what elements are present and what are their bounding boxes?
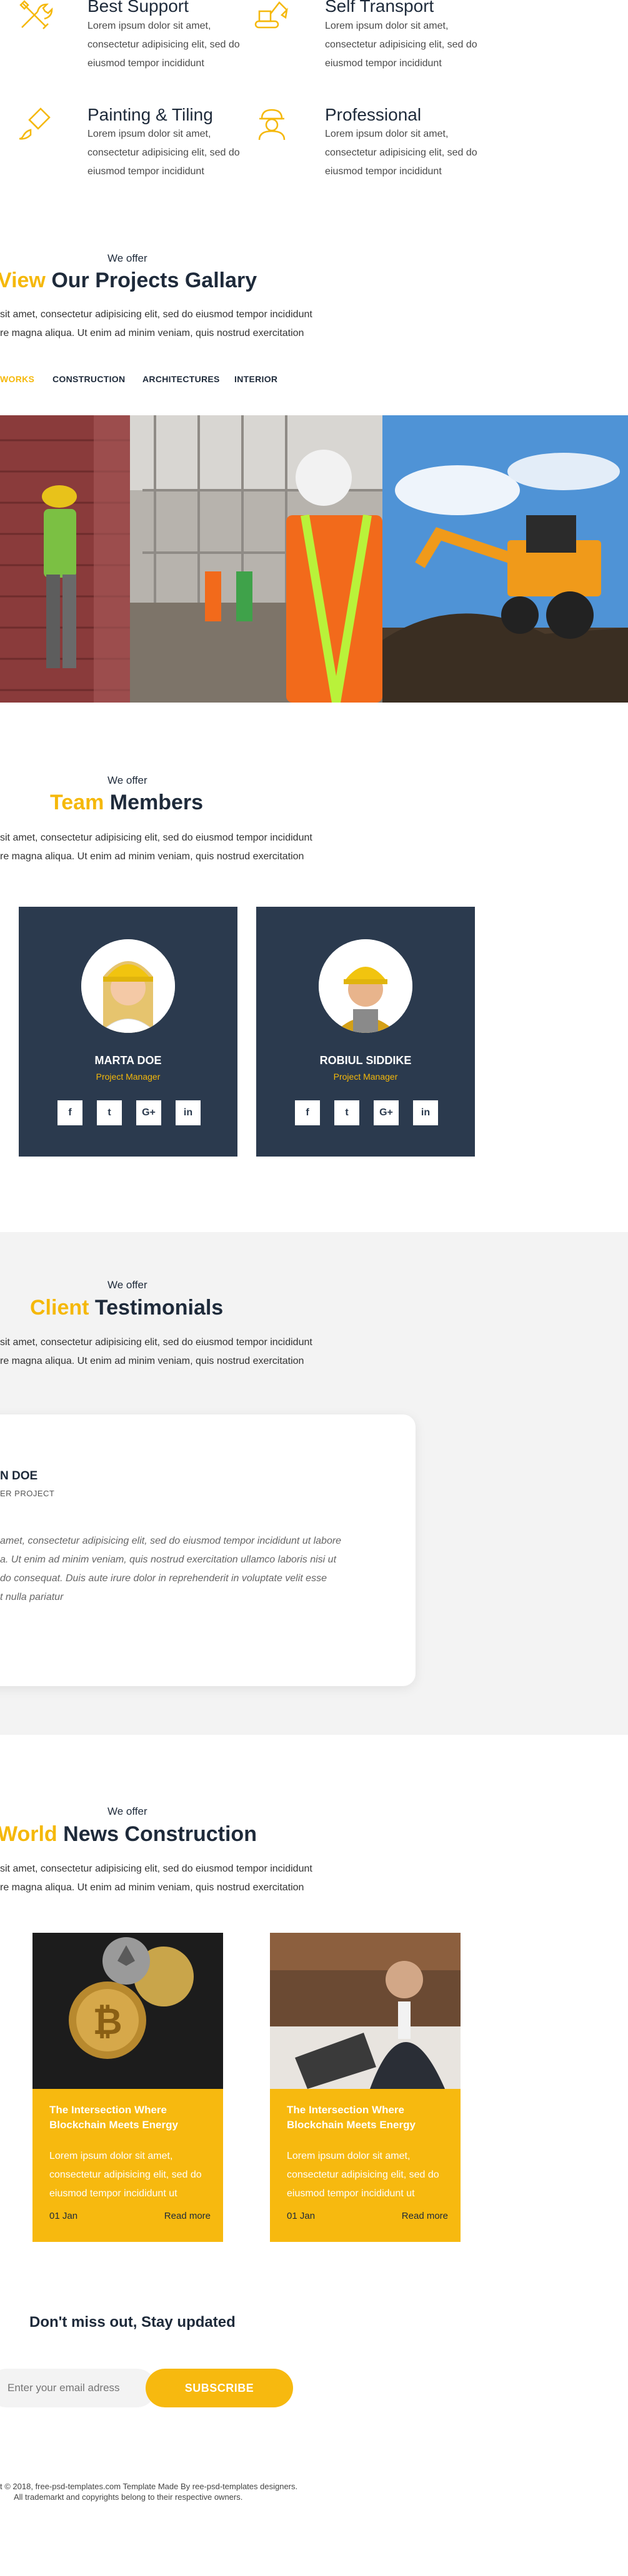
quote-line: t nulla pariatur (0, 1592, 64, 1602)
news-description: sit amet, consectetur adipisicing elit, … (0, 1860, 437, 1897)
title-accent: World (0, 1822, 57, 1846)
read-more-link[interactable]: Read more (164, 2211, 211, 2221)
desc-line: sit amet, consectetur adipisicing elit, … (0, 832, 312, 843)
desc-line: sit amet, consectetur adipisicing elit, … (0, 1863, 312, 1874)
read-more-link[interactable]: Read more (402, 2211, 448, 2221)
member-photo (81, 939, 175, 1033)
tools-icon (19, 0, 53, 29)
testimonials-description: sit amet, consectetur adipisicing elit, … (0, 1333, 437, 1371)
feature-title: Professional (325, 105, 422, 124)
feature-text: Lorem ipsum dolor sit amet, consectetur … (325, 21, 477, 69)
testimonial-card: N DOE ER PROJECT amet, consectetur adipi… (0, 1414, 416, 1686)
news-image-crypto[interactable]: ₿ (32, 1933, 223, 2089)
svg-text:₿: ₿ (92, 2000, 122, 2043)
google-plus-icon[interactable]: G+ (374, 1100, 399, 1125)
section-kicker: We offer (107, 1805, 147, 1817)
member-name: MARTA DOE (94, 1054, 162, 1067)
news-card-text: Lorem ipsum dolor sit amet, consectetur … (287, 2151, 439, 2199)
title-rest: Testimonials (94, 1296, 224, 1320)
news-card-title[interactable]: The Intersection Where Blockchain Meets … (49, 2103, 212, 2133)
title-rest: Our Projects Gallary (51, 269, 257, 292)
avatar (81, 939, 175, 1033)
testimonials-title: Client Testimonials (30, 1296, 223, 1320)
news-card: The Intersection Where Blockchain Meets … (32, 2089, 223, 2242)
facebook-icon[interactable]: f (57, 1100, 82, 1125)
filter-works[interactable]: WORKS (0, 374, 34, 384)
news-card-title[interactable]: The Intersection Where Blockchain Meets … (287, 2103, 449, 2133)
title-rest: Members (109, 791, 204, 814)
filter-architectures[interactable]: ARCHITECTURES (142, 374, 220, 384)
gallery-image-excavator[interactable] (382, 415, 628, 703)
testimonial-role: ER PROJECT (0, 1489, 55, 1498)
projects-title: View Our Projects Gallary (0, 269, 257, 293)
member-role: Project Manager (96, 1072, 161, 1082)
quote-line: amet, consectetur adipisicing elit, sed … (0, 1536, 342, 1546)
feature-text: Lorem ipsum dolor sit amet, consectetur … (87, 129, 240, 177)
twitter-icon[interactable]: t (334, 1100, 359, 1125)
feature-title: Painting & Tiling (87, 105, 213, 124)
section-kicker: We offer (107, 252, 147, 264)
testimonial-name: N DOE (0, 1469, 38, 1483)
feature-text: Lorem ipsum dolor sit amet, consectetur … (325, 129, 477, 177)
desc-line: re magna aliqua. Ut enim ad minim veniam… (0, 851, 304, 862)
section-kicker: We offer (107, 774, 147, 786)
google-plus-icon[interactable]: G+ (136, 1100, 161, 1125)
news-date: 01 Jan (49, 2211, 78, 2221)
subscribe-button[interactable]: SUBSCRIBE (146, 2369, 293, 2407)
avatar (319, 939, 412, 1033)
title-accent: Client (30, 1296, 89, 1320)
paint-brush-icon (19, 107, 51, 140)
filter-construction[interactable]: CONSTRUCTION (52, 374, 125, 384)
gallery-photo (130, 415, 382, 703)
news-date: 01 Jan (287, 2211, 316, 2221)
twitter-icon[interactable]: t (97, 1100, 122, 1125)
feature-title: Best Support (87, 0, 189, 16)
footer-line: t © 2018, free-psd-templates.com Templat… (0, 2482, 298, 2491)
title-rest: News Construction (63, 1822, 257, 1846)
member-role: Project Manager (333, 1072, 398, 1082)
excavator-icon (254, 1, 288, 29)
desc-line: re magna aliqua. Ut enim ad minim veniam… (0, 1356, 304, 1366)
desc-line: sit amet, consectetur adipisicing elit, … (0, 309, 312, 320)
worker-icon (258, 109, 286, 141)
feature-title: Self Transport (325, 0, 434, 16)
news-card: The Intersection Where Blockchain Meets … (270, 2089, 461, 2242)
facebook-icon[interactable]: f (295, 1100, 320, 1125)
footer-line: All trademarkt and copyrights belong to … (14, 2492, 243, 2502)
footer-copyright: t © 2018, free-psd-templates.com Templat… (0, 2481, 297, 2502)
newsletter-title: Don't miss out, Stay updated (29, 2314, 236, 2331)
news-photo (270, 1933, 461, 2089)
member-name: ROBIUL SIDDIKE (319, 1054, 412, 1067)
quote-line: a. Ut enim ad minim veniam, quis nostrud… (0, 1554, 337, 1565)
team-description: sit amet, consectetur adipisicing elit, … (0, 829, 437, 866)
news-image-businessman[interactable] (270, 1933, 461, 2089)
title-accent: Team (50, 791, 104, 814)
desc-line: sit amet, consectetur adipisicing elit, … (0, 1337, 312, 1348)
projects-description: sit amet, consectetur adipisicing elit, … (0, 305, 437, 343)
gallery-image-site-workers[interactable] (130, 415, 382, 703)
news-title: World News Construction (0, 1822, 257, 1847)
quote-line: do consequat. Duis aute irure dolor in r… (0, 1573, 327, 1584)
news-photo: ₿ (32, 1933, 223, 2089)
team-card: ROBIUL SIDDIKE Project Manager f t G+ in (256, 907, 475, 1157)
desc-line: re magna aliqua. Ut enim ad minim veniam… (0, 328, 304, 338)
feature-text: Lorem ipsum dolor sit amet, consectetur … (87, 21, 240, 69)
title-accent: View (0, 269, 46, 292)
gallery-photo (0, 415, 130, 703)
section-kicker: We offer (107, 1279, 147, 1291)
filter-interior[interactable]: INTERIOR (234, 374, 277, 384)
news-card-text: Lorem ipsum dolor sit amet, consectetur … (49, 2151, 202, 2199)
linkedin-icon[interactable]: in (413, 1100, 438, 1125)
email-input[interactable] (0, 2369, 156, 2407)
desc-line: re magna aliqua. Ut enim ad minim veniam… (0, 1882, 304, 1893)
team-title: Team Members (50, 791, 203, 815)
linkedin-icon[interactable]: in (176, 1100, 201, 1125)
team-card: MARTA DOE Project Manager f t G+ in (19, 907, 237, 1157)
member-photo (319, 939, 412, 1033)
testimonial-quote: amet, consectetur adipisicing elit, sed … (0, 1532, 375, 1607)
gallery-photo (382, 415, 628, 703)
gallery-image-worker-brick[interactable] (0, 415, 130, 703)
